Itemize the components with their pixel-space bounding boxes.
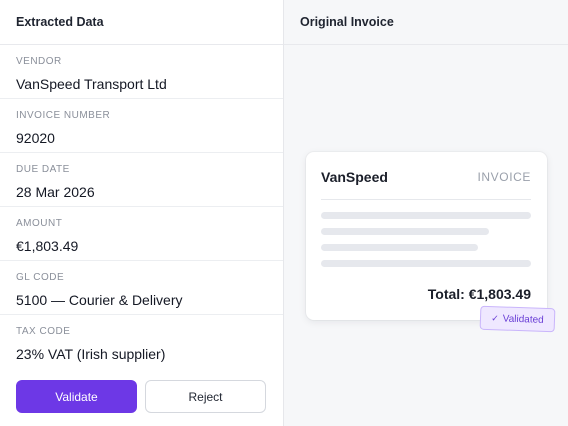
field-value: €1,803.49 <box>16 238 79 254</box>
gl-code-field[interactable]: GL CODE 5100 — Courier & Delivery <box>0 261 283 315</box>
validated-label: Validated <box>502 312 544 326</box>
field-label: AMOUNT <box>16 218 63 229</box>
validated-stamp: ✓ Validated <box>479 305 556 333</box>
field-value: 92020 <box>16 130 55 146</box>
invoice-divider <box>321 199 531 200</box>
check-icon: ✓ <box>491 312 499 323</box>
invoice-doc-type: INVOICE <box>477 170 531 184</box>
reject-button[interactable]: Reject <box>145 380 266 413</box>
original-invoice-title: Original Invoice <box>284 0 568 45</box>
vendor-field[interactable]: VENDOR VanSpeed Transport Ltd <box>0 45 283 99</box>
placeholder-line <box>321 228 489 235</box>
field-value: VanSpeed Transport Ltd <box>16 76 167 92</box>
field-label: DUE DATE <box>16 164 70 175</box>
field-value: 28 Mar 2026 <box>16 184 95 200</box>
invoice-preview-card: VanSpeed INVOICE Total: €1,803.49 <box>306 152 547 320</box>
validate-button[interactable]: Validate <box>16 380 137 413</box>
field-value: 23% VAT (Irish supplier) <box>16 346 166 362</box>
placeholder-line <box>321 244 478 251</box>
field-label: GL CODE <box>16 272 65 283</box>
invoice-vendor-name: VanSpeed <box>321 169 388 185</box>
placeholder-line <box>321 212 531 219</box>
field-label: INVOICE NUMBER <box>16 110 111 121</box>
invoice-number-field[interactable]: INVOICE NUMBER 92020 <box>0 99 283 153</box>
invoice-card-header: VanSpeed INVOICE <box>321 169 531 185</box>
invoice-total: Total: €1,803.49 <box>427 286 531 302</box>
field-label: TAX CODE <box>16 326 71 337</box>
field-value: 5100 — Courier & Delivery <box>16 292 183 308</box>
tax-code-field[interactable]: TAX CODE 23% VAT (Irish supplier) <box>0 315 283 369</box>
extracted-data-panel: Extracted Data VENDOR VanSpeed Transport… <box>0 0 284 426</box>
due-date-field[interactable]: DUE DATE 28 Mar 2026 <box>0 153 283 207</box>
action-buttons: Validate Reject <box>16 380 266 413</box>
extracted-data-title: Extracted Data <box>0 0 283 45</box>
amount-field[interactable]: AMOUNT €1,803.49 <box>0 207 283 261</box>
field-label: VENDOR <box>16 56 62 67</box>
placeholder-line <box>321 260 531 267</box>
